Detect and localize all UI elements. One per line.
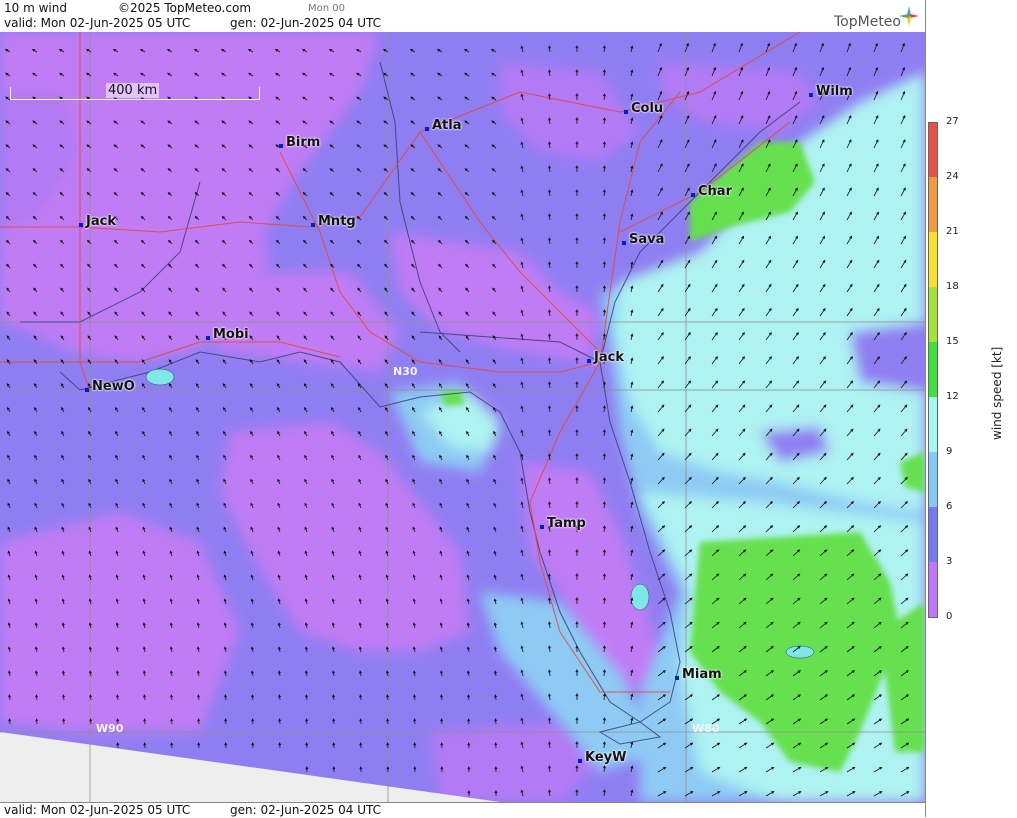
colorbar-segment [928,287,938,343]
colorbar [928,122,938,618]
colorbar-tick-label: 12 [946,391,959,402]
map-header: 10 m wind ©2025 TopMeteo.com Mon 00 vali… [0,0,925,33]
colorbar-title: wind speed [kt] [990,346,1004,440]
colorbar-segment [928,562,938,618]
colorbar-tick-label: 18 [946,281,959,292]
wind-field-svg [0,32,925,802]
scale-label: 400 km [106,83,160,98]
colorbar-tick-label: 24 [946,171,959,182]
colorbar-tick-label: 21 [946,226,959,237]
city-sava[interactable]: Sava [622,232,664,247]
colorbar-segment [928,397,938,453]
colorbar-segment [928,507,938,563]
city-newo[interactable]: NewO [85,379,135,394]
city-keyw[interactable]: KeyW [578,750,626,765]
city-wilm[interactable]: Wilm [809,84,853,99]
city-atla[interactable]: Atla [425,118,462,133]
lat-label-n30: N30 [393,365,418,378]
city-char[interactable]: Char [691,184,732,199]
lon-label-w80: W80 [692,722,720,735]
city-jack-fl[interactable]: Jack [587,350,624,365]
city-miam[interactable]: Miam [675,667,722,682]
city-birm[interactable]: Birm [279,135,320,150]
wind-map[interactable]: 400 km N30 W90 W80 Jack Birm Atla Colu W… [0,32,925,802]
forecast-step: Mon 00 [308,3,345,14]
colorbar-segment [928,177,938,233]
colorbar-tick-label: 27 [946,116,959,127]
colorbar-tick-label: 15 [946,336,959,347]
topmeteo-logo-text: TopMeteo [834,14,901,30]
map-footer: valid: Mon 02-Jun-2025 05 UTC gen: 02-Ju… [0,802,925,818]
product-title: 10 m wind [4,1,67,15]
city-mobi[interactable]: Mobi [206,327,249,342]
compass-logo-icon [899,6,919,26]
colorbar-segment [928,452,938,508]
city-mntg[interactable]: Mntg [311,214,356,229]
colorbar-tick-label: 9 [946,446,953,457]
valid-time: valid: Mon 02-Jun-2025 05 UTC [4,16,191,30]
colorbar-tick-label: 3 [946,556,953,567]
footer-generated-time: gen: 02-Jun-2025 04 UTC [230,803,382,817]
colorbar-segment [928,342,938,398]
colorbar-tick-label: 6 [946,501,953,512]
city-jack-ms[interactable]: Jack [79,214,116,229]
footer-valid-time: valid: Mon 02-Jun-2025 05 UTC [4,803,191,817]
city-tamp[interactable]: Tamp [540,516,586,531]
lon-label-w90: W90 [96,722,124,735]
colorbar-segment [928,122,938,178]
copyright-text: ©2025 TopMeteo.com [118,1,252,15]
generated-time: gen: 02-Jun-2025 04 UTC [230,16,382,30]
city-colu[interactable]: Colu [624,101,663,116]
colorbar-segment [928,232,938,288]
colorbar-tick-label: 0 [946,611,953,622]
